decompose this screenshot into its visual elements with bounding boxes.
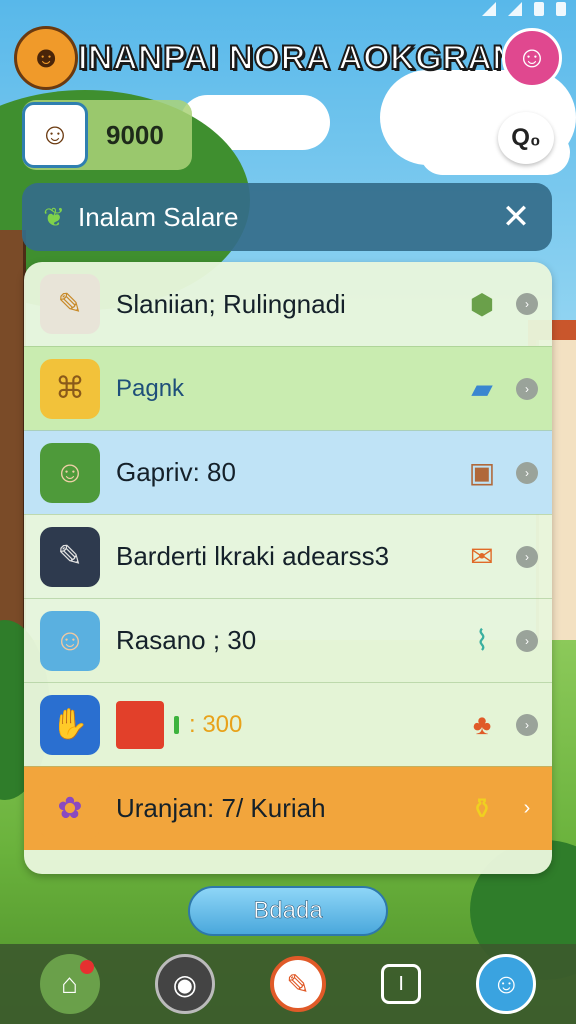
ticket-icon: ▰ [471, 373, 493, 404]
bottom-nav: ⌂ ◉ ✎ I ☺ [0, 944, 576, 1024]
item-icon: ✎ [40, 274, 100, 334]
header: ☻ INANPAI NORA AOKGRAN ☺ [14, 18, 562, 98]
item-label: Barderti lkraki adearss3 [116, 541, 390, 571]
chevron-right-icon[interactable]: › [516, 377, 538, 400]
chevron-right-icon[interactable]: › [516, 713, 538, 736]
item-icon: ☺ [40, 442, 100, 503]
item-label: Pagnk [116, 374, 185, 402]
list-item[interactable]: ⌘ Pagnk ▰ › [24, 346, 552, 430]
item-label: Uranjan: 7/ Kuriah [116, 793, 326, 823]
wifi-icon [482, 2, 496, 16]
envelope-icon: ✉ [470, 541, 494, 572]
app-logo-icon[interactable]: ☻ [14, 26, 78, 90]
item-icon: ⌘ [40, 358, 100, 419]
item-amount: : 300 [189, 710, 243, 738]
item-value: : 300 [116, 700, 460, 749]
tree-trunk [0, 230, 26, 650]
green-marker-icon [174, 715, 179, 734]
player-currency: ☺ 9000 [22, 100, 192, 170]
nav-settings-icon[interactable]: ◉ [154, 954, 215, 1014]
battery-icon [534, 2, 544, 16]
nav-edit-icon[interactable]: ✎ [269, 956, 326, 1012]
list-item[interactable]: ✋ : 300 ♣ › [24, 682, 552, 766]
battery-icon [556, 2, 566, 16]
chevron-right-icon[interactable]: › [516, 461, 538, 484]
item-label: Slaniian; Rulingnadi [116, 288, 346, 319]
item-list: ✎ Slaniian; Rulingnadi ⬢ › ⌘ Pagnk ▰ › ☺… [24, 262, 552, 874]
primary-action-button[interactable]: Bdada [188, 886, 388, 936]
signal-icon [508, 2, 522, 16]
chat-button[interactable]: Q₀ [498, 112, 554, 164]
jar-icon: ⚱ [470, 793, 494, 824]
item-label: Gapriv: 80 [116, 457, 236, 487]
panel-header: ❦ Inalam Salare ✕ [22, 183, 552, 251]
player-avatar-icon[interactable]: ☺ [22, 102, 88, 168]
chevron-right-icon[interactable]: › [516, 629, 538, 652]
nav-home-icon[interactable]: ⌂ [39, 954, 100, 1014]
coin-count: 9000 [106, 119, 164, 150]
leaf-icon: ❦ [43, 201, 65, 232]
notification-dot [79, 960, 94, 974]
chest-icon: ▣ [468, 457, 496, 488]
potion-icon: ⌇ [475, 625, 489, 656]
item-icon: ✋ [40, 694, 100, 755]
list-item[interactable]: ☺ Rasano ; 30 ⌇ › [24, 598, 552, 682]
home-icon: ⌂ [61, 968, 79, 999]
shield-icon: ⬢ [469, 288, 495, 320]
list-item[interactable]: ✿ Uranjan: 7/ Kuriah ⚱ › [24, 766, 552, 850]
list-item[interactable]: ☺ Gapriv: 80 ▣ › [24, 430, 552, 514]
plant-icon: ♣ [472, 708, 492, 740]
close-icon[interactable]: ✕ [496, 197, 536, 237]
chevron-right-icon[interactable]: › [516, 293, 538, 315]
chevron-right-icon[interactable]: › [516, 545, 538, 568]
nav-profile-icon[interactable]: ☺ [476, 954, 537, 1014]
chevron-right-icon[interactable]: › [516, 797, 538, 820]
list-item[interactable]: ✎ Barderti lkraki adearss3 ✉ › [24, 514, 552, 598]
red-flag-icon [116, 700, 164, 749]
app-title: INANPAI NORA AOKGRAN [78, 38, 502, 78]
panel-title: Inalam Salare [78, 201, 239, 232]
item-icon: ✿ [40, 778, 100, 839]
item-label: Rasano ; 30 [116, 625, 257, 655]
item-icon: ✎ [40, 526, 100, 587]
status-bar [456, 0, 576, 20]
list-item[interactable]: ✎ Slaniian; Rulingnadi ⬢ › [24, 262, 552, 346]
nav-timer-icon[interactable]: I [381, 964, 422, 1004]
item-icon: ☺ [40, 610, 100, 671]
profile-avatar-icon[interactable]: ☺ [502, 28, 562, 88]
